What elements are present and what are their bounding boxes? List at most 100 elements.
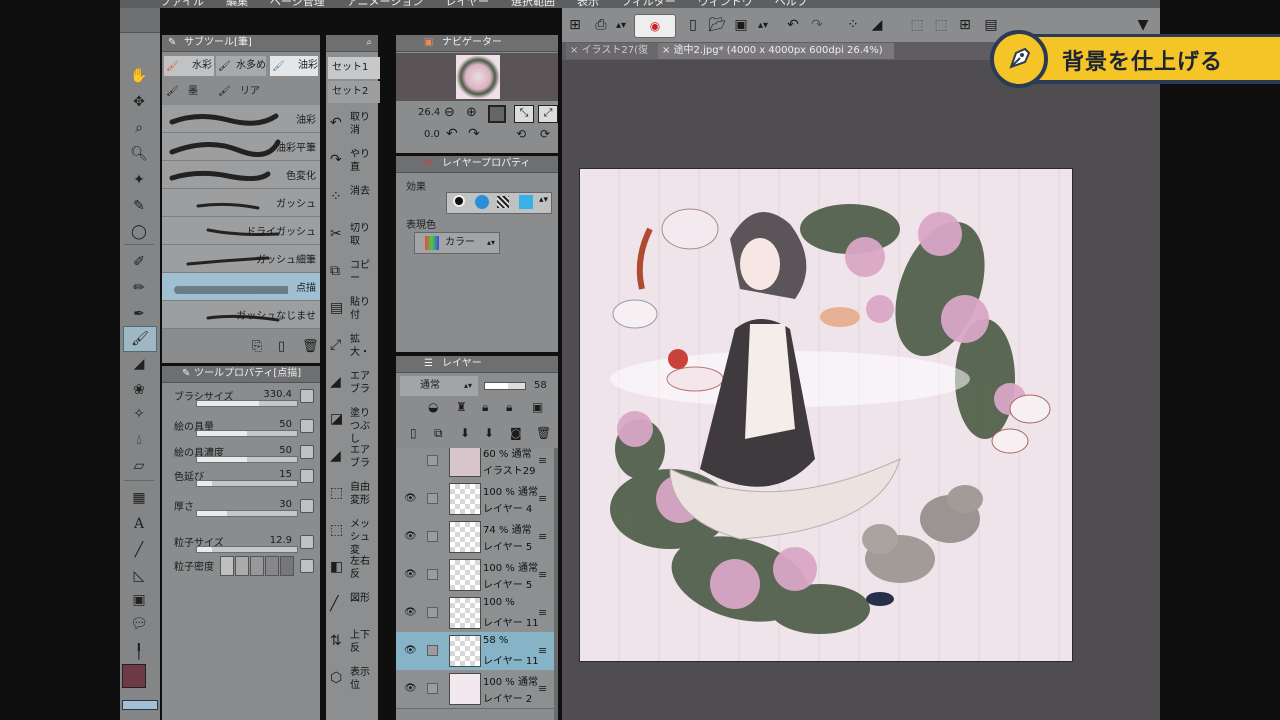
balloon-icon[interactable]: 💬︎ bbox=[123, 612, 155, 636]
app-logo-icon[interactable]: ◉ bbox=[634, 14, 676, 38]
decoration-icon[interactable]: ❀ bbox=[123, 378, 155, 402]
command-button[interactable]: ✂ 切り取 bbox=[326, 218, 376, 255]
blend-icon[interactable]: 💧︎ bbox=[123, 428, 155, 452]
fit-icon[interactable] bbox=[488, 105, 506, 123]
menu-item[interactable]: 編集 bbox=[226, 0, 248, 8]
set-1-button[interactable]: セット1 bbox=[328, 57, 380, 79]
menu-item[interactable]: 表示 bbox=[577, 0, 599, 8]
visibility-eye-icon[interactable]: 👁︎ bbox=[404, 683, 417, 694]
property-value[interactable]: 15 bbox=[279, 469, 292, 480]
subtool-tab-oil[interactable]: 🖌︎ 油彩 bbox=[270, 56, 318, 76]
stepper-icon[interactable]: ▴▾ bbox=[612, 16, 630, 34]
set-2-button[interactable]: セット2 bbox=[328, 81, 380, 103]
blend-mode-select[interactable]: 通常 ▴▾ bbox=[400, 376, 478, 396]
clear-icon[interactable]: ⁘ bbox=[844, 16, 862, 34]
layer-lock-checkbox[interactable] bbox=[427, 645, 438, 656]
command-button[interactable]: ⁘ 消去 bbox=[326, 181, 376, 218]
search-icon[interactable]: ⌕ bbox=[366, 37, 372, 48]
save-stepper-icon[interactable]: ▴▾ bbox=[754, 16, 772, 34]
expand-icon[interactable]: ▴▾ bbox=[539, 195, 548, 205]
hand-icon[interactable]: ✋ bbox=[123, 64, 155, 88]
command-button[interactable]: ↶ 取り消 bbox=[326, 107, 376, 144]
layer-lock-checkbox[interactable] bbox=[427, 607, 438, 618]
brush-item[interactable]: ドライガッシュ bbox=[162, 217, 320, 245]
layer-lock-checkbox[interactable] bbox=[427, 455, 438, 466]
undo-icon[interactable]: ↶ bbox=[784, 16, 802, 34]
property-value[interactable]: 12.9 bbox=[270, 535, 292, 546]
menu-item[interactable]: ページ管理 bbox=[270, 0, 325, 8]
trash-icon[interactable]: 🗑︎ bbox=[302, 339, 319, 354]
layer-row[interactable]: 👁︎ 100 % 通常 レイヤー 5 ≡ bbox=[396, 556, 554, 595]
layer-menu-icon[interactable]: ≡ bbox=[538, 568, 547, 581]
copy-subtool-icon[interactable]: ⎘ bbox=[252, 339, 262, 354]
visibility-eye-icon[interactable]: 👁︎ bbox=[404, 645, 417, 656]
transform-2-icon[interactable]: ⬚ bbox=[932, 16, 950, 34]
brush-icon[interactable]: 🖌︎ bbox=[123, 326, 157, 352]
ruler-snap-icon[interactable]: ⊞ bbox=[956, 16, 974, 34]
mask-icon[interactable]: ▣ bbox=[532, 400, 543, 414]
sparkle-icon[interactable]: ✧ bbox=[123, 402, 155, 426]
property-slider[interactable] bbox=[196, 430, 298, 437]
brush-item[interactable]: 油彩 bbox=[162, 105, 320, 133]
fill-icon[interactable]: ◢ bbox=[868, 16, 886, 34]
command-button[interactable]: ⬚ 自由変形 bbox=[326, 477, 376, 514]
flip-vertical-icon[interactable]: ⤢ bbox=[538, 105, 558, 123]
visibility-eye-icon[interactable]: 👁︎ bbox=[404, 569, 417, 580]
clip-icon[interactable]: ◒ bbox=[428, 400, 438, 414]
frame-icon[interactable]: ▣ bbox=[123, 588, 155, 612]
pressure-icon[interactable] bbox=[300, 389, 314, 403]
gradient-icon[interactable]: ▦ bbox=[123, 486, 155, 510]
merge-icon[interactable]: ⬇ bbox=[484, 426, 494, 440]
brush-item[interactable]: ガッシュなじませ bbox=[162, 301, 320, 329]
eyedropper-icon[interactable]: ✎ bbox=[123, 194, 155, 218]
new-subtool-icon[interactable]: ▯ bbox=[278, 339, 285, 354]
layer-menu-icon[interactable]: ≡ bbox=[538, 644, 547, 657]
density-option-icon[interactable] bbox=[300, 559, 314, 573]
zoom-icon[interactable]: ⌕ bbox=[123, 116, 155, 140]
command-button[interactable]: ⤢ 拡大・ bbox=[326, 329, 376, 366]
layer-menu-icon[interactable]: ≡ bbox=[538, 492, 547, 505]
new-file-icon[interactable]: ▯ bbox=[684, 16, 702, 34]
layer-row[interactable]: 👁︎ 58 % レイヤー 11 ≡ bbox=[396, 632, 554, 671]
visibility-eye-icon[interactable]: 👁︎ bbox=[404, 607, 417, 618]
pen-icon[interactable]: ✐ bbox=[123, 250, 155, 274]
lock-alpha-icon[interactable]: 🔒︎ bbox=[506, 400, 512, 415]
property-slider[interactable] bbox=[196, 510, 298, 517]
border-effect-icon[interactable] bbox=[453, 195, 465, 207]
layer-menu-icon[interactable]: ≡ bbox=[538, 530, 547, 543]
subtool-tab-real[interactable]: 🖌︎リアル bbox=[216, 82, 266, 117]
eraser-icon[interactable]: ▱ bbox=[123, 454, 155, 478]
line-icon[interactable]: ╱ bbox=[123, 538, 155, 562]
command-button[interactable]: ╱ 図形 bbox=[326, 588, 376, 625]
grid-icon[interactable]: ⊞ bbox=[566, 16, 584, 34]
layer-row[interactable]: 👁︎ 100 % 通常 レイヤー 2 ≡ bbox=[396, 670, 554, 709]
zoom-out-icon[interactable]: ⊖ bbox=[444, 105, 455, 120]
visibility-eye-icon[interactable]: 👁︎ bbox=[404, 493, 417, 504]
pressure-icon[interactable] bbox=[300, 419, 314, 433]
move-icon[interactable]: ✥ bbox=[123, 90, 155, 114]
pressure-icon[interactable] bbox=[300, 535, 314, 549]
layer-row[interactable]: 👁︎ 100 % 通常 レイヤー 4 ≡ bbox=[396, 480, 554, 519]
menu-item[interactable]: レイヤー bbox=[445, 0, 489, 8]
redo-icon[interactable]: ↷ bbox=[808, 16, 826, 34]
rotate-left-icon[interactable]: ↶ bbox=[446, 126, 458, 142]
layer-row[interactable]: 60 % 通常 イラスト29 ≡ bbox=[396, 448, 554, 481]
layer-row[interactable]: 👁︎ 74 % 通常 レイヤー 5 ≡ bbox=[396, 518, 554, 557]
command-button[interactable]: ◢ エアブラ bbox=[326, 440, 376, 477]
property-slider[interactable] bbox=[196, 480, 298, 487]
layer-lock-checkbox[interactable] bbox=[427, 493, 438, 504]
layer-menu-icon[interactable]: ≡ bbox=[538, 606, 547, 619]
main-color-swatch[interactable] bbox=[122, 664, 146, 688]
property-slider[interactable] bbox=[196, 546, 298, 553]
property-value[interactable]: 50 bbox=[279, 419, 292, 430]
magnify-icon[interactable]: 🔍︎ bbox=[123, 142, 155, 166]
subtool-tab-water-heavy[interactable]: 🖌︎ 水多め bbox=[216, 56, 266, 76]
brush-item[interactable]: 油彩平筆 bbox=[162, 133, 320, 161]
menu-item[interactable]: フィルター bbox=[621, 0, 676, 8]
rotate-right-icon[interactable]: ↷ bbox=[468, 126, 480, 142]
layer-scrollbar[interactable] bbox=[554, 448, 558, 720]
text-icon[interactable]: A bbox=[123, 512, 155, 536]
new-vector-layer-icon[interactable]: ⧉ bbox=[434, 426, 443, 441]
command-button[interactable]: ◧ 左右反 bbox=[326, 551, 376, 588]
subtool-tab-watercolor[interactable]: 🖌︎ 水彩 bbox=[164, 56, 214, 76]
